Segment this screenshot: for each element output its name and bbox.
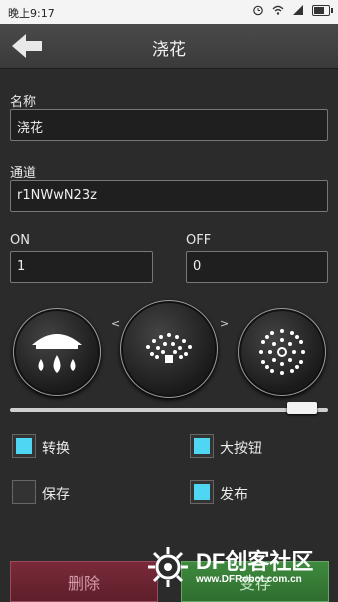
signal-icon <box>293 5 303 15</box>
status-time: 晚上9:17 <box>8 7 55 20</box>
next-arrow[interactable]: > <box>220 317 229 330</box>
watermark-logo-text: DF创客社区 <box>196 548 314 574</box>
save-option-label: 保存 <box>42 487 70 503</box>
page-title: 浇花 <box>152 40 186 60</box>
prev-arrow[interactable]: < <box>111 317 120 330</box>
shower-icon <box>32 334 82 373</box>
delete-button[interactable]: 删除 <box>10 561 158 602</box>
icon-option-firework[interactable] <box>238 308 326 396</box>
big-button-label: 大按钮 <box>220 441 262 457</box>
watermark-url: www.DFRobot.com.cn <box>196 573 302 585</box>
save-checkbox[interactable] <box>12 480 36 504</box>
battery-icon <box>312 4 333 16</box>
wifi-icon <box>272 5 284 15</box>
alarm-icon <box>253 5 263 16</box>
big-button-checkbox[interactable] <box>190 434 214 458</box>
toolbar: 浇花 <box>0 24 338 69</box>
name-field[interactable]: 浇花 <box>10 109 328 141</box>
icon-option-sprinkler[interactable] <box>120 300 218 398</box>
slider-thumb[interactable] <box>287 402 317 414</box>
on-label: ON <box>10 233 30 248</box>
convert-checkbox[interactable] <box>12 434 36 458</box>
off-label: OFF <box>186 233 212 248</box>
channel-label: 通道 <box>10 166 37 181</box>
watermark: DF创客社区 www.DFRobot.com.cn <box>146 534 338 600</box>
robot-logo-icon <box>148 547 188 587</box>
status-icons <box>252 4 333 16</box>
convert-label: 转换 <box>42 441 70 457</box>
icon-option-shower[interactable] <box>13 308 101 396</box>
sprinkler-icon <box>146 333 192 363</box>
delete-button-label: 删除 <box>67 573 100 593</box>
publish-label: 发布 <box>220 487 248 503</box>
status-bar: 晚上9:17 <box>0 0 338 24</box>
off-field[interactable]: 0 <box>186 251 328 283</box>
publish-checkbox[interactable] <box>190 480 214 504</box>
firework-icon <box>259 329 305 375</box>
name-label: 名称 <box>10 95 37 110</box>
slider-track[interactable] <box>10 408 328 412</box>
channel-field[interactable]: r1NWwN23z <box>10 180 328 212</box>
on-field[interactable]: 1 <box>10 251 153 283</box>
